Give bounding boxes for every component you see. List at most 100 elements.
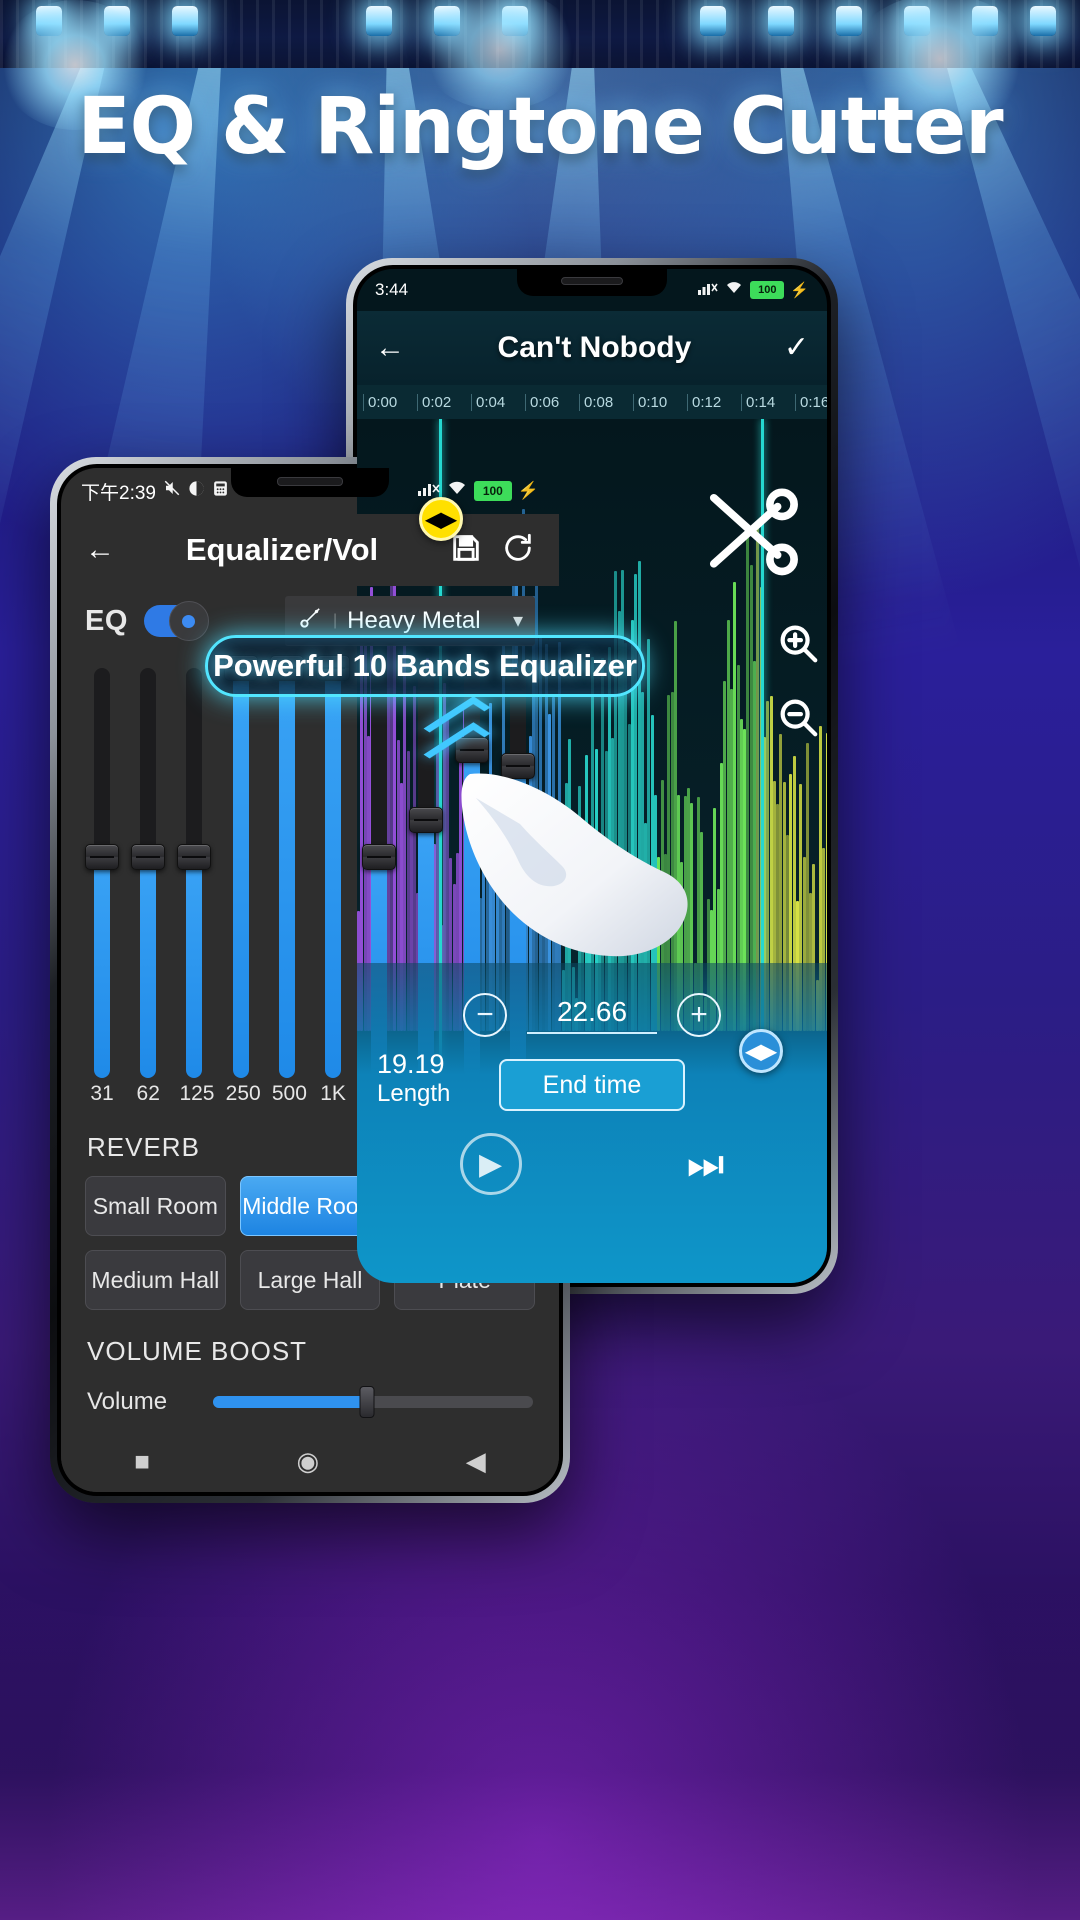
eq-band-250[interactable] [223,655,258,1078]
calculator-icon [212,480,229,503]
eq-band-1K[interactable] [316,655,351,1078]
eq-band-500[interactable] [269,655,304,1078]
band-thumb[interactable] [85,843,119,870]
mute-icon [163,479,181,503]
volume-slider[interactable] [213,1386,533,1418]
phone-notch [517,269,667,296]
band-thumb[interactable] [362,843,397,870]
status-left: 3:44 [375,280,408,300]
wifi-icon [724,280,744,300]
ruler-tick: 0:08 [579,393,633,411]
charging-icon: ⚡ [517,481,539,500]
length-value: 19.19 [377,1049,445,1079]
ruler-tick: 0:10 [633,393,687,411]
volume-fill [213,1396,367,1408]
ruler-tick: 0:02 [417,393,471,411]
timeline-ruler[interactable]: 0:00 0:02 0:04 0:06 0:08 0:10 0:12 0:14 … [357,385,827,419]
square-icon[interactable]: ■ [134,1446,150,1477]
frequency-label: 125 [179,1082,215,1105]
length-block: 19.19 Length [377,1049,450,1108]
decrement-button[interactable]: − [463,993,507,1037]
track-title: Can't Nobody [497,331,692,364]
ruler-tick: 0:16 [795,393,827,411]
toggle-knob [168,601,209,641]
back-icon[interactable]: ← [85,535,115,565]
status-right: 100 ⚡ [698,280,809,300]
stage-lamp [172,6,198,36]
preset-divider: | [333,611,338,629]
eq-band-62[interactable] [131,668,166,1078]
volume-row[interactable]: Volume [87,1386,533,1418]
start-handle-icon[interactable]: ◀▶ [419,497,463,541]
status-left: 下午2:39 [81,478,253,505]
page-heading: Equalizer/Vol [185,532,379,567]
refresh-icon[interactable] [501,531,535,570]
frequency-label: 62 [136,1082,160,1105]
battery-icon: 100 [750,281,785,299]
triangle-back-icon[interactable]: ◀ [466,1446,486,1477]
do-not-disturb-icon [188,480,205,503]
end-time-button[interactable]: End time [499,1059,685,1111]
band-thumb[interactable] [177,843,212,870]
stage-lamp [366,6,392,36]
band-thumb[interactable] [131,843,166,870]
zoom-out-icon[interactable] [773,692,823,742]
volume-knob[interactable] [359,1386,375,1418]
play-icon[interactable]: ▶ [459,1133,522,1195]
band-fill [325,668,342,1078]
reverb-option[interactable]: Small Room [85,1176,226,1236]
length-label: Length [377,1080,451,1107]
ruler-tick: 0:14 [741,393,795,411]
frequency-label: 500 [271,1082,307,1105]
ruler-tick: 0:12 [687,393,741,411]
ruler-tick: 0:00 [363,393,417,411]
cutter-controls-panel: 19.19 Length − 22.66 + End time ▶ ⏭ [357,963,827,1283]
earpiece-speaker [561,277,623,285]
zoom-in-icon[interactable] [773,618,823,668]
end-handle-icon[interactable]: ◀▶ [739,1029,783,1073]
stage-lamp [768,6,794,36]
band-fill [186,856,203,1078]
check-icon[interactable]: ✓ [784,333,809,363]
charging-icon: ⚡ [790,282,809,299]
phone-notch [231,468,389,497]
scissors-icon [694,478,804,593]
callout-text: Powerful 10 Bands Equalizer [213,648,637,683]
stage-lamp [1030,6,1056,36]
increment-button[interactable]: + [677,993,721,1037]
battery-icon: 100 [473,481,512,501]
reverb-section-title: REVERB [87,1132,200,1162]
waveform-bar [756,525,760,1031]
pointing-hand-illustration [442,768,702,973]
waveform-bar [746,537,750,1031]
skip-next-icon[interactable]: ⏭ [687,1140,725,1189]
stage-lamp [700,6,726,36]
band-fill [94,856,110,1078]
time-value[interactable]: 22.66 [527,996,657,1034]
volume-label: Volume [87,1388,168,1415]
status-clock: 3:44 [375,280,409,299]
eq-band-125[interactable] [177,668,212,1078]
cutter-app-bar: ← Can't Nobody ✓ [357,311,827,385]
back-icon[interactable]: ← [375,333,405,363]
chevron-down-icon[interactable]: ▾ [513,608,523,633]
reverb-option[interactable]: Medium Hall [85,1250,226,1310]
time-adjust-row: − 22.66 + [377,993,807,1037]
android-nav-bar: ■ ◉ ◀ [61,1430,559,1492]
double-chevron-up-icon [423,696,491,772]
stage-floor-light [880,1620,1080,1920]
eq-toggle-switch[interactable] [143,601,209,641]
circle-icon[interactable]: ◉ [297,1446,320,1477]
signal-icon [698,280,718,300]
eq-label: EQ [85,604,128,637]
status-clock: 下午2:39 [81,482,156,504]
band-thumb[interactable] [408,806,443,833]
guitar-icon [297,605,323,636]
band-fill [278,668,295,1078]
eq-band-31[interactable] [85,668,119,1078]
band-fill [140,856,157,1078]
transport-controls: ▶ ⏭ [377,1133,807,1195]
earpiece-speaker [277,477,343,486]
frequency-label: 250 [225,1082,261,1105]
preset-name: Heavy Metal [347,606,481,634]
